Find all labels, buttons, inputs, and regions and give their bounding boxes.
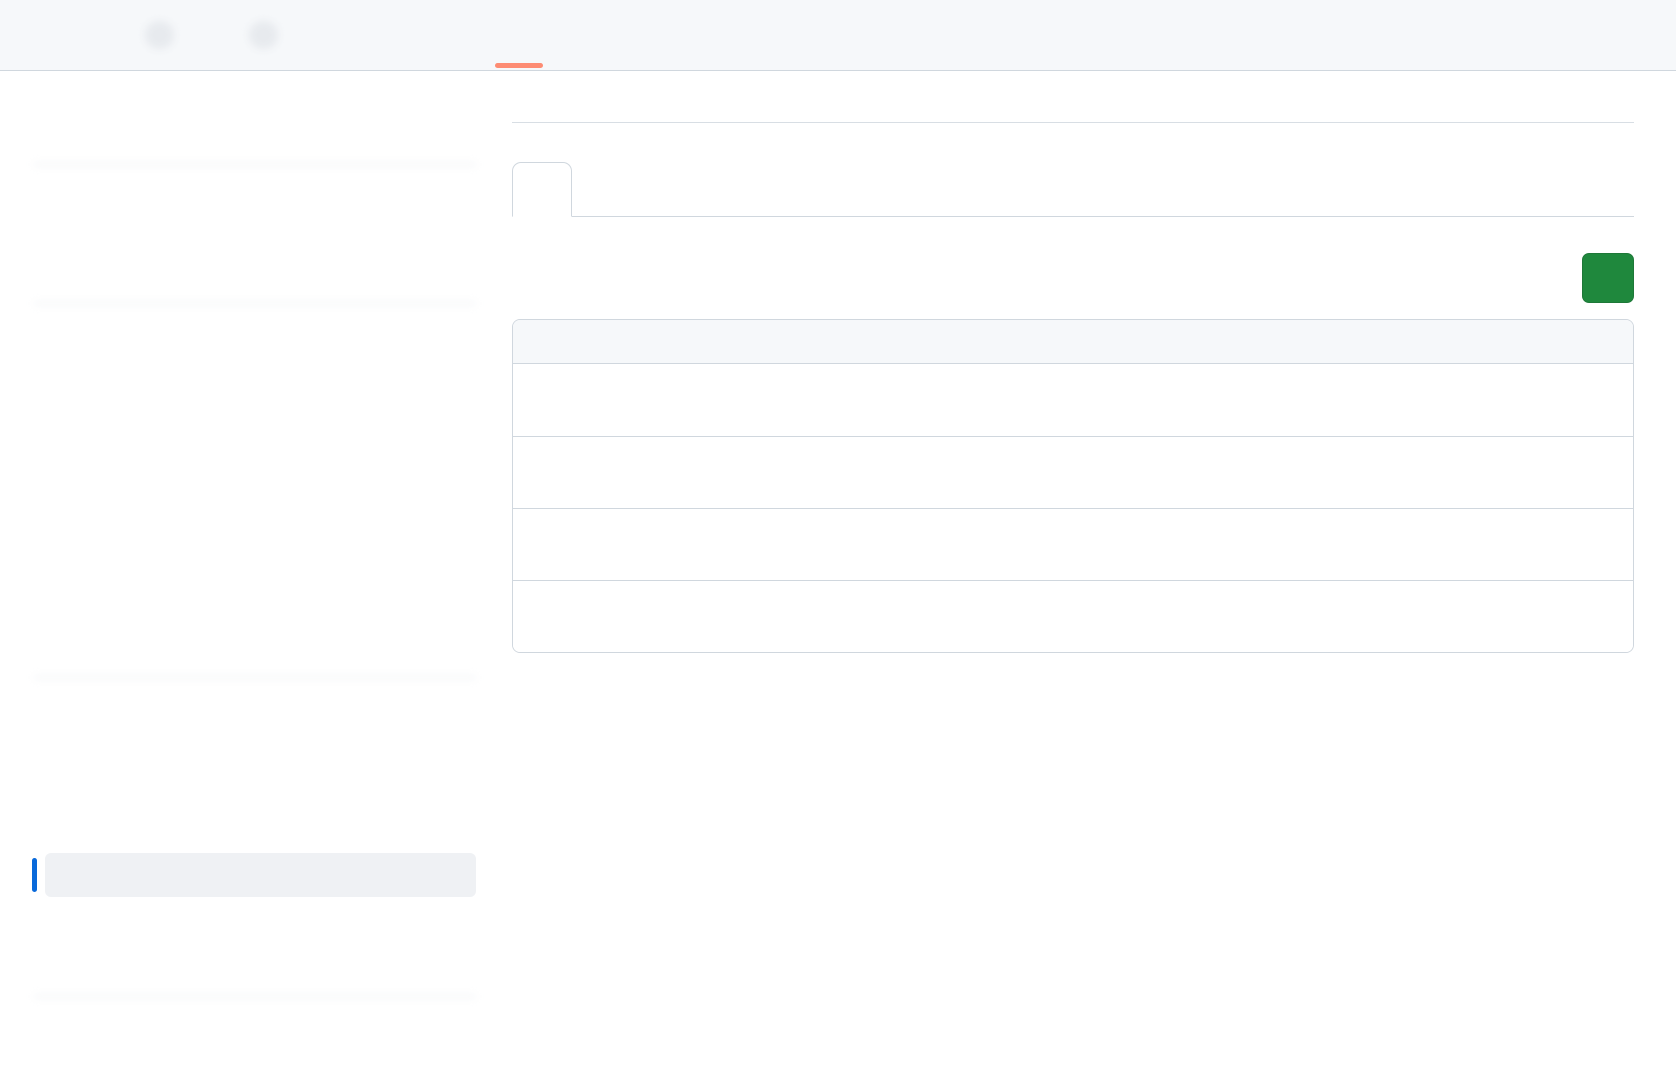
- delete-secret-button[interactable]: [1583, 390, 1603, 410]
- sort-ascending-icon[interactable]: [550, 333, 567, 350]
- issues-count-badge: [145, 21, 174, 49]
- delete-secret-button[interactable]: [1583, 535, 1603, 555]
- secret-row: [513, 508, 1633, 580]
- active-tab-underline: [495, 63, 543, 68]
- secret-row: [513, 580, 1633, 652]
- lock-icon: [539, 463, 558, 482]
- sidebar-item-general[interactable]: [34, 107, 476, 151]
- graph-icon: [440, 26, 459, 45]
- play-circle-icon: [48, 492, 67, 511]
- sidebar-item-code-security[interactable]: [34, 712, 476, 756]
- delete-secret-button[interactable]: [1583, 607, 1603, 627]
- play-circle-icon: [312, 26, 331, 45]
- code-icon: [40, 26, 59, 45]
- tab-settings[interactable]: [490, 0, 548, 70]
- gear-icon: [48, 120, 67, 139]
- key-icon: [48, 772, 67, 791]
- sidebar-item-moderation-options[interactable]: [34, 246, 476, 290]
- git-pull-request-icon: [208, 26, 227, 45]
- tab-insights[interactable]: [426, 0, 484, 70]
- secret-row: [513, 436, 1633, 508]
- issue-opened-icon: [104, 26, 123, 45]
- sidebar-section-access: [34, 178, 476, 199]
- sidebar-section-security: [34, 691, 476, 712]
- repository-secrets-table: [512, 319, 1634, 653]
- tab-pull-requests[interactable]: [194, 0, 292, 70]
- sidebar-subitem-codespaces-secrets[interactable]: [45, 900, 476, 944]
- tab-issues[interactable]: [90, 0, 188, 70]
- sidebar-divider: [34, 677, 476, 678]
- sidebar-item-webhooks[interactable]: [34, 526, 476, 570]
- shield-icon: [376, 26, 395, 45]
- edit-secret-button[interactable]: [1530, 535, 1550, 555]
- table-header-row: [513, 320, 1633, 364]
- tab-secrets[interactable]: [512, 162, 572, 217]
- sidebar-divider: [34, 303, 476, 304]
- lock-icon: [539, 607, 558, 626]
- sidebar-item-deploy-keys[interactable]: [34, 759, 476, 803]
- chevron-up-icon: [445, 820, 462, 837]
- sidebar-divider: [34, 164, 476, 165]
- chevron-down-icon: [445, 493, 462, 510]
- sidebar-section-code-and-automation: [34, 317, 476, 338]
- pull-requests-count-badge: [249, 21, 278, 49]
- github-repo-settings-page: [0, 0, 1676, 1074]
- chevron-down-icon: [445, 446, 462, 463]
- repository-secrets-header: [512, 253, 1634, 303]
- browser-icon: [48, 586, 67, 605]
- edit-secret-button[interactable]: [1530, 463, 1550, 483]
- tab-variables[interactable]: [572, 161, 614, 216]
- sidebar-item-branches[interactable]: [34, 338, 476, 382]
- lock-icon: [539, 535, 558, 554]
- settings-content: [512, 71, 1634, 997]
- sidebar-subitem-actions-secrets[interactable]: [45, 853, 476, 897]
- sidebar-item-collaborators[interactable]: [34, 199, 476, 243]
- lock-icon: [539, 391, 558, 410]
- asterisk-box-icon: [48, 819, 67, 838]
- sidebar-item-custom-properties[interactable]: [34, 620, 476, 664]
- secret-row: [513, 364, 1633, 436]
- sidebar-item-rules[interactable]: [34, 432, 476, 476]
- codescan-icon: [48, 725, 67, 744]
- id-badge-icon: [48, 633, 67, 652]
- secrets-variables-tabnav: [512, 161, 1634, 217]
- active-item-marker: [32, 858, 37, 892]
- edit-secret-button[interactable]: [1530, 607, 1550, 627]
- sidebar-item-actions[interactable]: [34, 479, 476, 523]
- git-branch-icon: [48, 351, 67, 370]
- sidebar-divider: [34, 996, 476, 997]
- sidebar-item-secrets-and-variables[interactable]: [34, 806, 476, 850]
- gear-icon: [504, 26, 523, 45]
- new-repository-secret-button[interactable]: [1582, 253, 1634, 303]
- sidebar-item-pages[interactable]: [34, 573, 476, 617]
- tab-code[interactable]: [26, 0, 84, 70]
- chevron-down-icon: [445, 260, 462, 277]
- repo-tab-nav: [0, 0, 1676, 71]
- settings-sidebar: [34, 107, 476, 997]
- tab-security[interactable]: [362, 0, 420, 70]
- note-icon: [48, 445, 67, 464]
- title-divider: [512, 105, 1634, 123]
- delete-secret-button[interactable]: [1583, 463, 1603, 483]
- comment-discussion-icon: [48, 259, 67, 278]
- webhook-icon: [48, 539, 67, 558]
- people-icon: [48, 212, 67, 231]
- tab-actions[interactable]: [298, 0, 356, 70]
- edit-secret-button[interactable]: [1530, 390, 1550, 410]
- sidebar-item-tags[interactable]: [34, 385, 476, 429]
- tag-icon: [48, 398, 67, 417]
- sidebar-subitem-dependabot-secrets[interactable]: [45, 947, 476, 991]
